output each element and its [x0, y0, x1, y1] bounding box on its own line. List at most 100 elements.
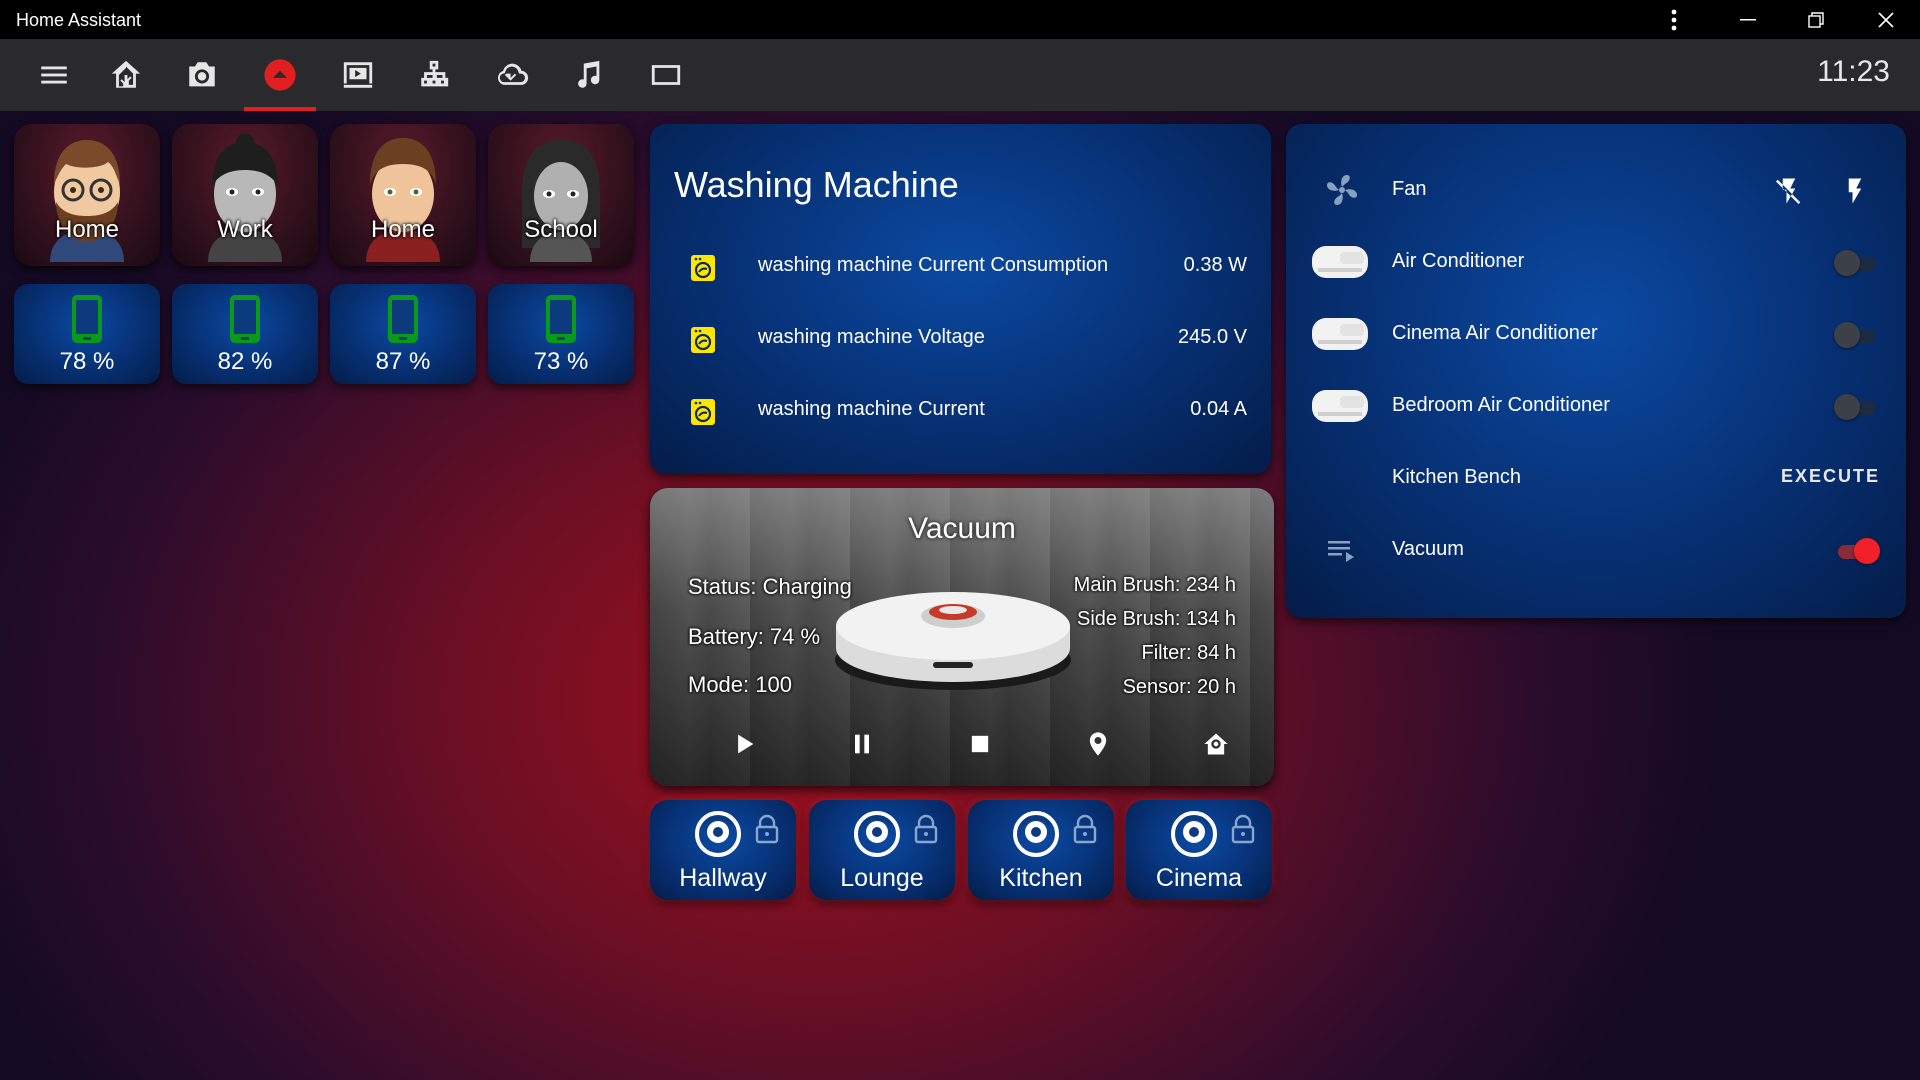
stop-icon[interactable]: [960, 724, 1000, 764]
person-location: Work: [217, 216, 273, 243]
entity-row-vacuum[interactable]: Vacuum: [1286, 522, 1906, 578]
flash-off-icon[interactable]: [1774, 176, 1804, 206]
lock-icon: [755, 814, 779, 844]
pause-icon[interactable]: [842, 724, 882, 764]
entity-label: washing machine Current: [758, 398, 985, 420]
vacuum-main-brush: Main Brush: 234 h: [1073, 574, 1236, 596]
menu-icon[interactable]: [30, 53, 78, 97]
cellphone-icon: [230, 295, 260, 343]
robot-vacuum-icon: [854, 811, 900, 857]
battery-level: 87 %: [375, 348, 431, 375]
entity-value: 0.04 A: [1190, 398, 1247, 420]
entity-label: Air Conditioner: [1392, 250, 1525, 272]
window-titlebar: Home Assistant: [0, 0, 1920, 39]
media-icon[interactable]: [334, 53, 382, 97]
room-button-hallway[interactable]: Hallway: [650, 800, 796, 900]
network-icon[interactable]: [410, 53, 458, 97]
robot-vacuum-image: [835, 592, 1071, 690]
room-button-cinema[interactable]: Cinema: [1126, 800, 1272, 900]
cinema-ac-toggle[interactable]: [1834, 322, 1880, 348]
entity-label: Cinema Air Conditioner: [1392, 322, 1598, 344]
phone-battery-card-2[interactable]: 82 %: [172, 284, 318, 384]
person-card-4[interactable]: School: [488, 124, 634, 266]
flash-icon[interactable]: [1840, 176, 1870, 206]
entity-row-bedroom-air-conditioner[interactable]: Bedroom Air Conditioner: [1286, 378, 1906, 434]
vacuum-sensor: Sensor: 20 h: [1122, 676, 1236, 698]
room-label: Lounge: [840, 864, 924, 892]
cellphone-icon: [388, 295, 418, 343]
person-card-3[interactable]: Home: [330, 124, 476, 266]
entity-row[interactable]: washing machine Current Consumption 0.38…: [650, 246, 1271, 286]
entity-label: washing machine Voltage: [758, 326, 985, 348]
entity-row[interactable]: washing machine Voltage 245.0 V: [650, 318, 1271, 358]
app-toolbar: 11:23: [0, 39, 1920, 111]
entity-value: 0.38 W: [1183, 254, 1247, 276]
vacuum-tab-icon[interactable]: [256, 53, 304, 97]
more-vert-icon[interactable]: [1644, 0, 1704, 39]
person-location: School: [524, 216, 598, 243]
entity-row-fan[interactable]: Fan: [1286, 162, 1906, 218]
camera-icon[interactable]: [178, 53, 226, 97]
screen-icon[interactable]: [642, 53, 690, 97]
entity-value: 245.0 V: [1178, 326, 1247, 348]
vacuum-battery: Battery: 74 %: [688, 624, 821, 649]
person-location: Home: [370, 216, 436, 243]
lock-icon: [1231, 814, 1255, 844]
vacuum-side-brush: Side Brush: 134 h: [1077, 608, 1236, 630]
room-label: Kitchen: [999, 864, 1083, 892]
music-icon[interactable]: [564, 53, 612, 97]
room-label: Cinema: [1155, 864, 1243, 892]
vacuum-filter: Filter: 84 h: [1141, 642, 1236, 664]
battery-level: 78 %: [59, 348, 115, 375]
battery-level: 82 %: [217, 348, 273, 375]
person-card-2[interactable]: Work: [172, 124, 318, 266]
lock-icon: [1073, 814, 1097, 844]
cellphone-icon: [72, 295, 102, 343]
phone-battery-card-1[interactable]: 78 %: [14, 284, 160, 384]
close-icon[interactable]: [1856, 0, 1916, 39]
ac-toggle[interactable]: [1834, 250, 1880, 276]
play-icon[interactable]: [724, 724, 764, 764]
home-assistant-icon[interactable]: [102, 53, 150, 97]
playlist-icon: [1328, 541, 1354, 562]
restore-icon[interactable]: [1786, 0, 1846, 39]
locate-icon[interactable]: [1078, 724, 1118, 764]
clock: 11:23: [1817, 55, 1890, 88]
vacuum-title: Vacuum: [908, 512, 1016, 545]
phone-battery-card-4[interactable]: 73 %: [488, 284, 634, 384]
bedroom-ac-toggle[interactable]: [1834, 394, 1880, 420]
room-button-kitchen[interactable]: Kitchen: [968, 800, 1114, 900]
phone-battery-card-3[interactable]: 87 %: [330, 284, 476, 384]
minimize-icon[interactable]: [1718, 0, 1778, 39]
battery-level: 73 %: [533, 348, 589, 375]
entity-label: Vacuum: [1392, 538, 1464, 560]
return-home-icon[interactable]: [1196, 724, 1236, 764]
washing-machine-icon: [691, 399, 715, 425]
robot-vacuum-icon: [1013, 811, 1059, 857]
room-button-lounge[interactable]: Lounge: [809, 800, 955, 900]
window-title: Home Assistant: [16, 10, 142, 30]
card-title: Washing Machine: [674, 164, 959, 205]
entity-row[interactable]: washing machine Current 0.04 A: [650, 390, 1271, 430]
person-card-1[interactable]: Home: [14, 124, 160, 266]
robot-vacuum-icon: [1171, 811, 1217, 857]
entity-row-kitchen-bench[interactable]: Kitchen Bench EXECUTE: [1286, 450, 1906, 506]
entity-label: Fan: [1392, 178, 1427, 200]
vacuum-mode: Mode: 100: [688, 672, 792, 697]
entity-row-cinema-air-conditioner[interactable]: Cinema Air Conditioner: [1286, 306, 1906, 362]
vacuum-toggle[interactable]: [1834, 538, 1880, 564]
entity-label: Bedroom Air Conditioner: [1392, 394, 1610, 416]
entities-card: Fan Air Conditioner Cinema Air Condition…: [1286, 124, 1906, 618]
execute-button[interactable]: EXECUTE: [1781, 466, 1880, 487]
robot-vacuum-icon: [695, 811, 741, 857]
washing-machine-icon: [691, 255, 715, 281]
vacuum-card: Vacuum Status: Charging Battery: 74 % Mo…: [650, 488, 1274, 786]
entity-row-air-conditioner[interactable]: Air Conditioner: [1286, 234, 1906, 290]
person-location: Home: [54, 216, 120, 243]
cloud-sync-icon[interactable]: [488, 53, 536, 97]
entity-label: washing machine Current Consumption: [758, 254, 1109, 276]
washing-machine-card: Washing Machine washing machine Current …: [650, 124, 1271, 474]
lock-icon: [914, 814, 938, 844]
active-tab-indicator: [244, 107, 316, 111]
air-conditioner-image: [1312, 390, 1368, 422]
